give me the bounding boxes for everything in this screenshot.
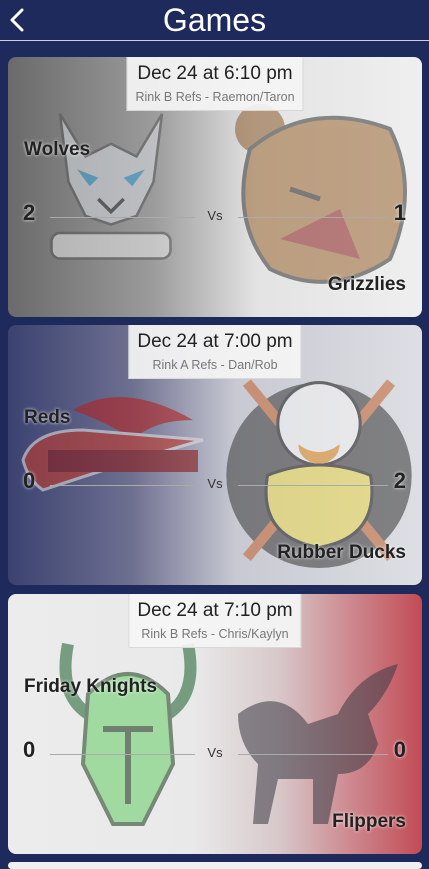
game-date: Dec 24 at 7:10 pm [137, 600, 293, 621]
app-header: Games [0, 0, 429, 41]
vs-label: Vs [207, 745, 223, 760]
away-team-score: 0 [393, 737, 406, 762]
game-card-partial[interactable] [8, 862, 422, 869]
vs-label: Vs [207, 208, 223, 223]
home-team-name: Wolves [24, 139, 91, 160]
page-title: Games [162, 2, 267, 38]
game-datetime-box: Dec 24 at 7:00 pm Rink A Refs - Dan/Rob [128, 325, 302, 379]
game-refs: Rink B Refs - Raemon/Taron [135, 90, 295, 104]
pegasus-logo-icon [238, 664, 398, 824]
game-card[interactable]: Dec 24 at 7:10 pm Rink B Refs - Chris/Ka… [8, 594, 422, 854]
knight-logo-icon [59, 642, 197, 826]
game-refs: Rink A Refs - Dan/Rob [152, 358, 278, 372]
redhawks-logo-icon [21, 397, 204, 492]
away-team-name: Grizzlies [327, 274, 406, 295]
game-date: Dec 24 at 6:10 pm [137, 63, 293, 84]
game-card[interactable]: Dec 24 at 7:00 pm Rink A Refs - Dan/Rob … [8, 325, 422, 585]
away-team-name: Rubber Ducks [277, 542, 406, 563]
bear-logo-icon [235, 104, 407, 284]
away-team-name: Flippers [332, 811, 406, 832]
away-team-score: 1 [393, 200, 406, 225]
home-team-name: Reds [24, 407, 71, 428]
wolf-logo-icon [50, 113, 172, 260]
game-date: Dec 24 at 7:00 pm [137, 331, 293, 352]
home-team-name: Friday Knights [24, 676, 158, 697]
game-card[interactable]: Dec 24 at 6:10 pm Rink B Refs - Raemon/T… [8, 57, 422, 317]
game-refs: Rink B Refs - Chris/Kaylyn [141, 627, 289, 641]
away-team-score: 2 [393, 468, 406, 493]
vs-label: Vs [207, 476, 223, 491]
game-datetime-box: Dec 24 at 6:10 pm Rink B Refs - Raemon/T… [126, 57, 304, 111]
game-datetime-box: Dec 24 at 7:10 pm Rink B Refs - Chris/Ka… [128, 594, 302, 648]
